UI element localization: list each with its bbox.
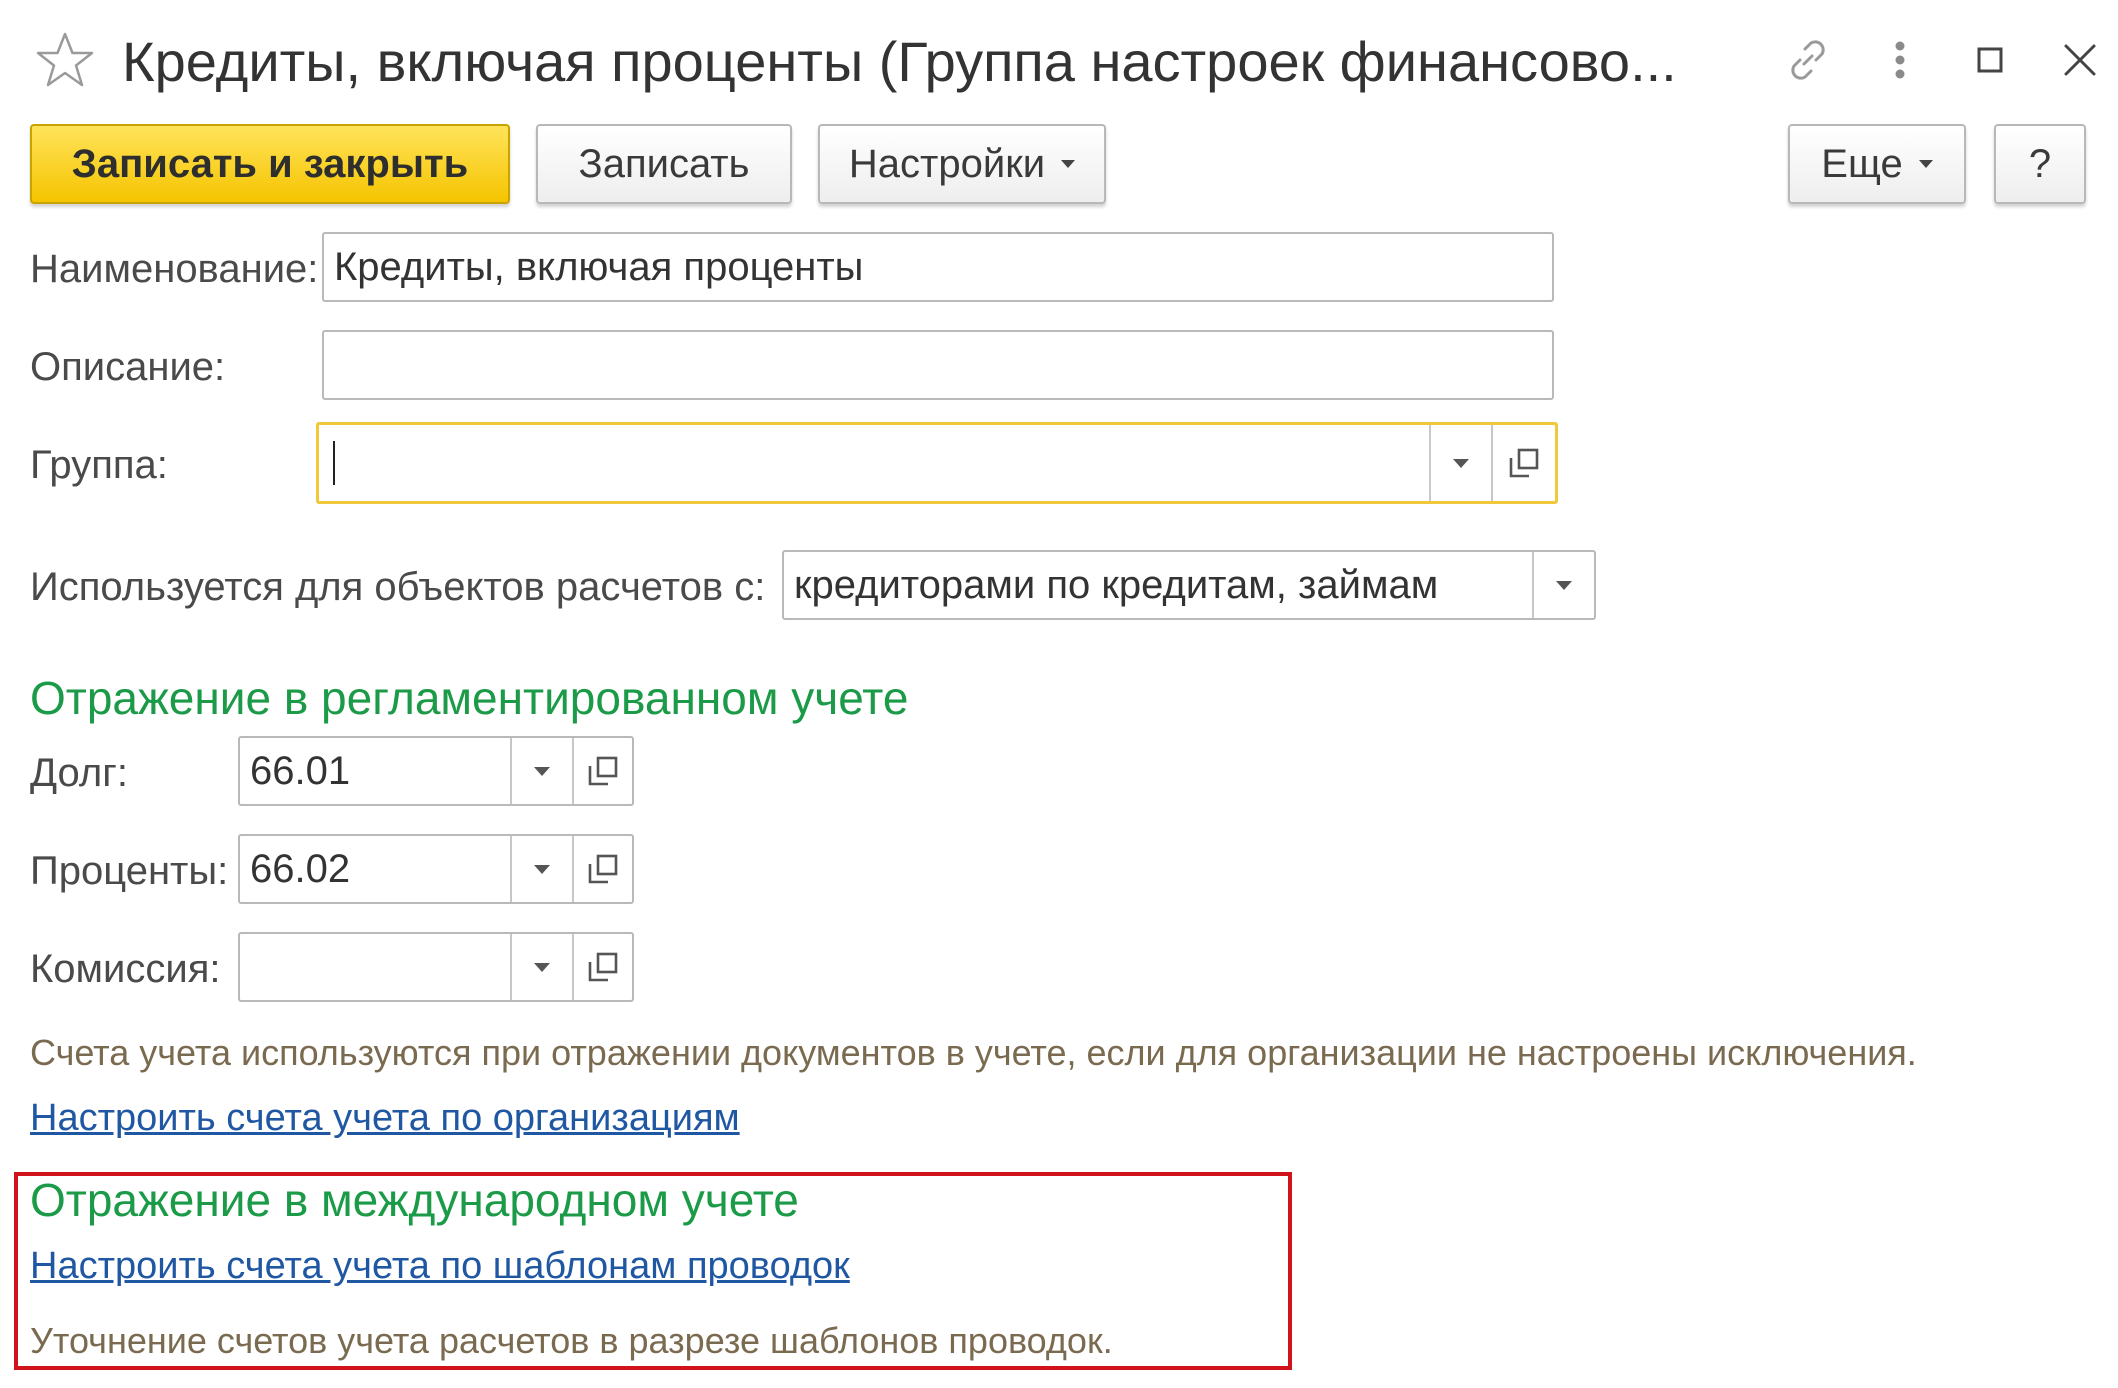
commission-dropdown-button[interactable] — [510, 934, 572, 1000]
name-value: Кредиты, включая проценты — [324, 242, 1552, 292]
save-and-close-label: Записать и закрыть — [72, 142, 468, 187]
close-icon[interactable] — [2048, 28, 2112, 92]
regulated-note: Счета учета используются при отражении д… — [30, 1030, 1917, 1076]
more-actions-label: Еще — [1821, 142, 1902, 187]
settings-label: Настройки — [849, 142, 1045, 187]
link-icon[interactable] — [1776, 28, 1840, 92]
open-icon — [586, 950, 620, 984]
settings-form-window: Кредиты, включая проценты (Группа настро… — [0, 0, 2118, 1388]
more-actions-button[interactable]: Еще — [1788, 124, 1966, 204]
open-icon — [1507, 446, 1541, 480]
group-open-button[interactable] — [1491, 425, 1555, 501]
help-label: ? — [2029, 142, 2051, 187]
maximize-icon[interactable] — [1958, 28, 2022, 92]
commission-label: Комиссия: — [30, 944, 221, 994]
group-label: Группа: — [30, 440, 168, 490]
used-for-label: Используется для объектов расчетов с: — [30, 562, 765, 612]
interest-account-field[interactable]: 66.02 — [238, 834, 634, 904]
group-field[interactable] — [316, 422, 1558, 504]
chevron-down-icon — [1061, 160, 1075, 168]
debt-account-field[interactable]: 66.01 — [238, 736, 634, 806]
chevron-down-icon — [534, 767, 550, 776]
save-label: Записать — [579, 142, 750, 187]
chevron-down-icon — [1556, 581, 1572, 590]
chevron-down-icon — [534, 865, 550, 874]
interest-label: Проценты: — [30, 846, 228, 896]
debt-open-button[interactable] — [572, 738, 632, 804]
name-field[interactable]: Кредиты, включая проценты — [322, 232, 1554, 302]
settings-button[interactable]: Настройки — [818, 124, 1106, 204]
chevron-down-icon — [534, 963, 550, 972]
commission-account-field[interactable] — [238, 932, 634, 1002]
chevron-down-icon — [1453, 459, 1469, 468]
debt-dropdown-button[interactable] — [510, 738, 572, 804]
interest-account-value: 66.02 — [240, 844, 510, 894]
save-button[interactable]: Записать — [536, 124, 792, 204]
description-label: Описание: — [30, 342, 225, 392]
used-for-dropdown-button[interactable] — [1532, 552, 1594, 618]
regulated-section-title: Отражение в регламентированном учете — [30, 670, 908, 726]
used-for-select[interactable]: кредиторами по кредитам, займам — [782, 550, 1596, 620]
debt-account-value: 66.01 — [240, 746, 510, 796]
interest-dropdown-button[interactable] — [510, 836, 572, 902]
open-icon — [586, 754, 620, 788]
group-dropdown-button[interactable] — [1429, 425, 1491, 501]
configure-by-organization-link[interactable]: Настроить счета учета по организациям — [30, 1094, 740, 1142]
debt-label: Долг: — [30, 748, 128, 798]
used-for-value: кредиторами по кредитам, займам — [784, 560, 1532, 610]
international-note: Уточнение счетов учета расчетов в разрез… — [30, 1318, 1113, 1364]
window-title: Кредиты, включая проценты (Группа настро… — [122, 26, 1677, 98]
star-icon[interactable] — [34, 30, 96, 92]
configure-by-templates-link[interactable]: Настроить счета учета по шаблонам провод… — [30, 1242, 850, 1290]
text-cursor — [333, 441, 335, 485]
commission-open-button[interactable] — [572, 934, 632, 1000]
name-label: Наименование: — [30, 244, 318, 294]
international-section-title: Отражение в международном учете — [30, 1172, 799, 1228]
help-button[interactable]: ? — [1994, 124, 2086, 204]
save-and-close-button[interactable]: Записать и закрыть — [30, 124, 510, 204]
chevron-down-icon — [1919, 160, 1933, 168]
interest-open-button[interactable] — [572, 836, 632, 902]
open-icon — [586, 852, 620, 886]
more-icon[interactable] — [1868, 28, 1932, 92]
description-field[interactable] — [322, 330, 1554, 400]
